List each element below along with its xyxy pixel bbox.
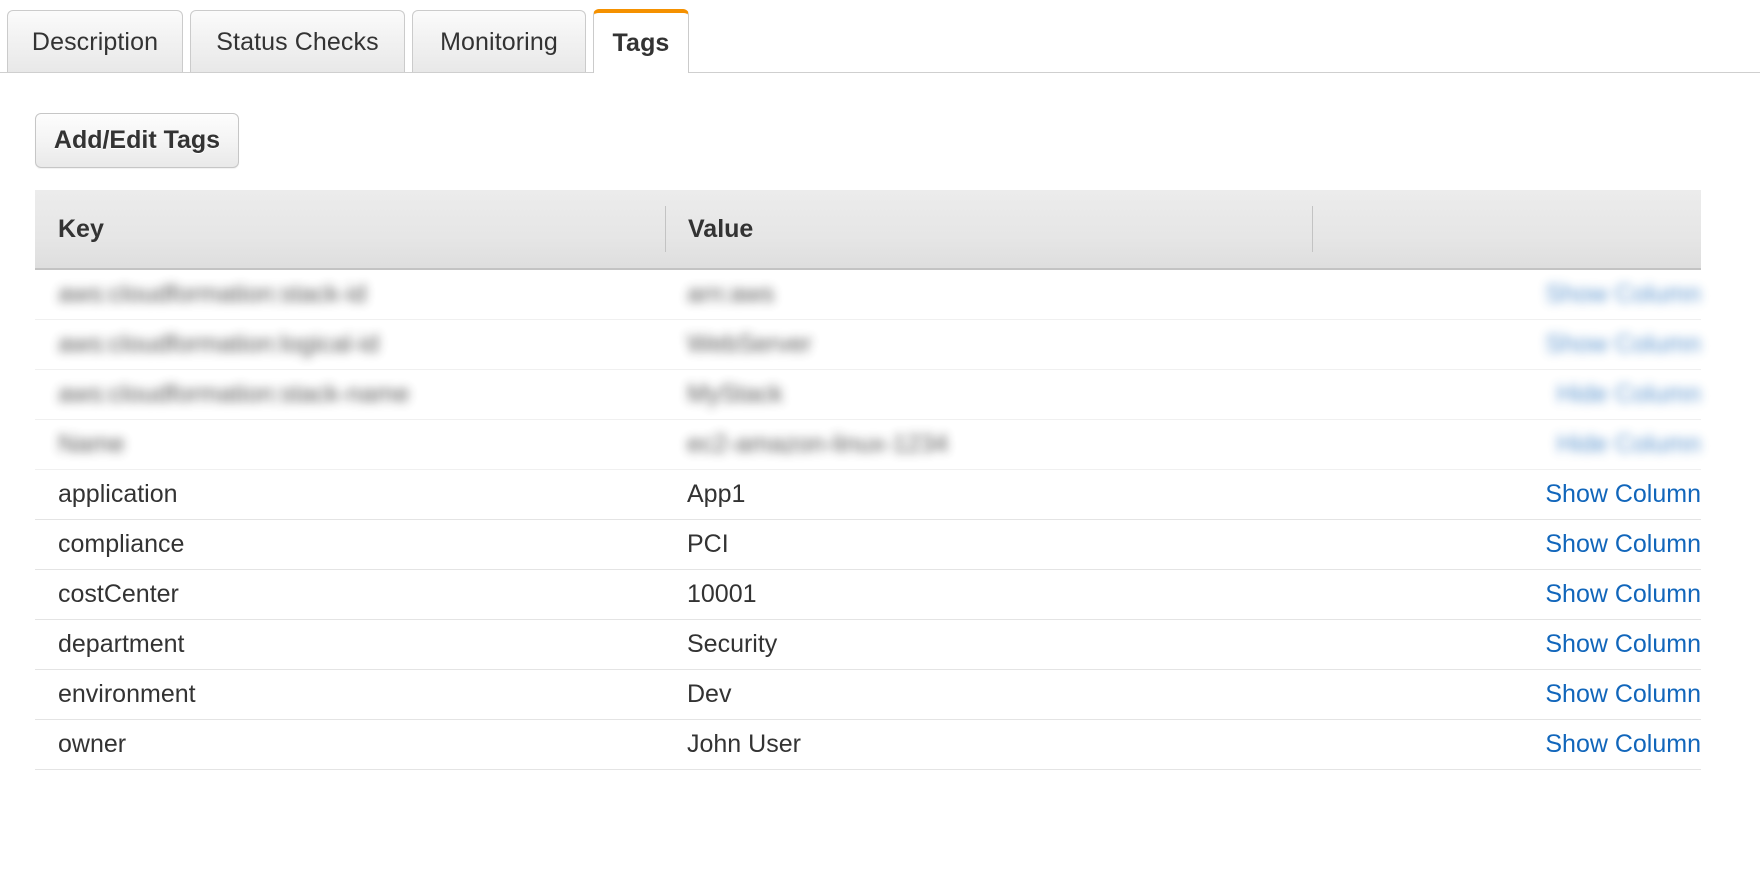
table-body: aws:cloudformation:stack-idarn:aws Show C… xyxy=(35,270,1701,770)
tab-status-checks[interactable]: Status Checks xyxy=(190,10,405,73)
tag-value-cell: arn:aws xyxy=(665,280,1312,309)
tab-label: Tags xyxy=(613,29,670,58)
tab-bar: Description Status Checks Monitoring Tag… xyxy=(0,0,1760,74)
column-header-key[interactable]: Key xyxy=(35,215,665,244)
toggle-column-link[interactable]: Show Column xyxy=(1545,330,1701,358)
toggle-column-link[interactable]: Show Column xyxy=(1545,730,1701,758)
table-row: Nameec2-amazon-linux-1234 Hide Column xyxy=(35,420,1701,470)
add-edit-tags-button[interactable]: Add/Edit Tags xyxy=(35,113,239,168)
toggle-column-link[interactable]: Show Column xyxy=(1545,630,1701,658)
tags-table: Key Value aws:cloudformation:stack-idarn… xyxy=(35,190,1701,770)
tab-tags[interactable]: Tags xyxy=(593,9,689,73)
tag-value-cell: WebServer xyxy=(665,330,1312,359)
table-row: aws:cloudformation:stack-nameMyStack Hide… xyxy=(35,370,1701,420)
tab-bar-underline xyxy=(0,72,1760,73)
tag-key-cell: application xyxy=(35,480,665,509)
tag-key-cell: aws:cloudformation:stack-name xyxy=(35,380,665,409)
tag-value-cell: MyStack xyxy=(665,380,1312,409)
table-row: costCenter10001 Show Column xyxy=(35,570,1701,620)
table-row: aws:cloudformation:logical-idWebServer Sh… xyxy=(35,320,1701,370)
tag-value-cell: Dev xyxy=(665,680,1312,709)
column-header-actions xyxy=(1312,206,1701,252)
tag-action-cell: Show Column xyxy=(1312,280,1701,309)
tag-action-cell: Show Column xyxy=(1312,680,1701,709)
table-row: applicationApp1 Show Column xyxy=(35,470,1701,520)
add-edit-tags-label: Add/Edit Tags xyxy=(54,126,220,155)
tag-value-cell: 10001 xyxy=(665,580,1312,609)
tag-value-cell: PCI xyxy=(665,530,1312,559)
tag-action-cell: Show Column xyxy=(1312,330,1701,359)
tab-label: Description xyxy=(32,28,158,57)
tab-description[interactable]: Description xyxy=(7,10,183,73)
tag-key-cell: aws:cloudformation:logical-id xyxy=(35,330,665,359)
toggle-column-link[interactable]: Show Column xyxy=(1545,480,1701,508)
table-row: environmentDev Show Column xyxy=(35,670,1701,720)
tag-value-cell: Security xyxy=(665,630,1312,659)
tag-action-cell: Hide Column xyxy=(1312,380,1701,409)
toggle-column-link[interactable]: Show Column xyxy=(1545,680,1701,708)
column-header-value[interactable]: Value xyxy=(665,206,1312,252)
tag-action-cell: Show Column xyxy=(1312,530,1701,559)
tab-label: Status Checks xyxy=(216,28,378,57)
tag-action-cell: Show Column xyxy=(1312,580,1701,609)
table-header-row: Key Value xyxy=(35,190,1701,270)
tag-key-cell: costCenter xyxy=(35,580,665,609)
tag-key-cell: aws:cloudformation:stack-id xyxy=(35,280,665,309)
tag-action-cell: Hide Column xyxy=(1312,430,1701,459)
tag-value-cell: App1 xyxy=(665,480,1312,509)
toggle-column-link[interactable]: Hide Column xyxy=(1556,380,1701,408)
table-row: ownerJohn User Show Column xyxy=(35,720,1701,770)
tag-key-cell: environment xyxy=(35,680,665,709)
table-row: aws:cloudformation:stack-idarn:aws Show C… xyxy=(35,270,1701,320)
table-row: compliancePCI Show Column xyxy=(35,520,1701,570)
tag-value-cell: ec2-amazon-linux-1234 xyxy=(665,430,1312,459)
toggle-column-link[interactable]: Show Column xyxy=(1545,580,1701,608)
tag-value-cell: John User xyxy=(665,730,1312,759)
tab-label: Monitoring xyxy=(440,28,558,57)
tag-key-cell: owner xyxy=(35,730,665,759)
tab-monitoring[interactable]: Monitoring xyxy=(412,10,586,73)
tag-key-cell: compliance xyxy=(35,530,665,559)
toggle-column-link[interactable]: Hide Column xyxy=(1556,430,1701,458)
tag-action-cell: Show Column xyxy=(1312,630,1701,659)
tag-key-cell: department xyxy=(35,630,665,659)
toggle-column-link[interactable]: Show Column xyxy=(1545,530,1701,558)
tag-key-cell: Name xyxy=(35,430,665,459)
tag-action-cell: Show Column xyxy=(1312,480,1701,509)
tag-action-cell: Show Column xyxy=(1312,730,1701,759)
toggle-column-link[interactable]: Show Column xyxy=(1545,280,1701,308)
table-row: departmentSecurity Show Column xyxy=(35,620,1701,670)
